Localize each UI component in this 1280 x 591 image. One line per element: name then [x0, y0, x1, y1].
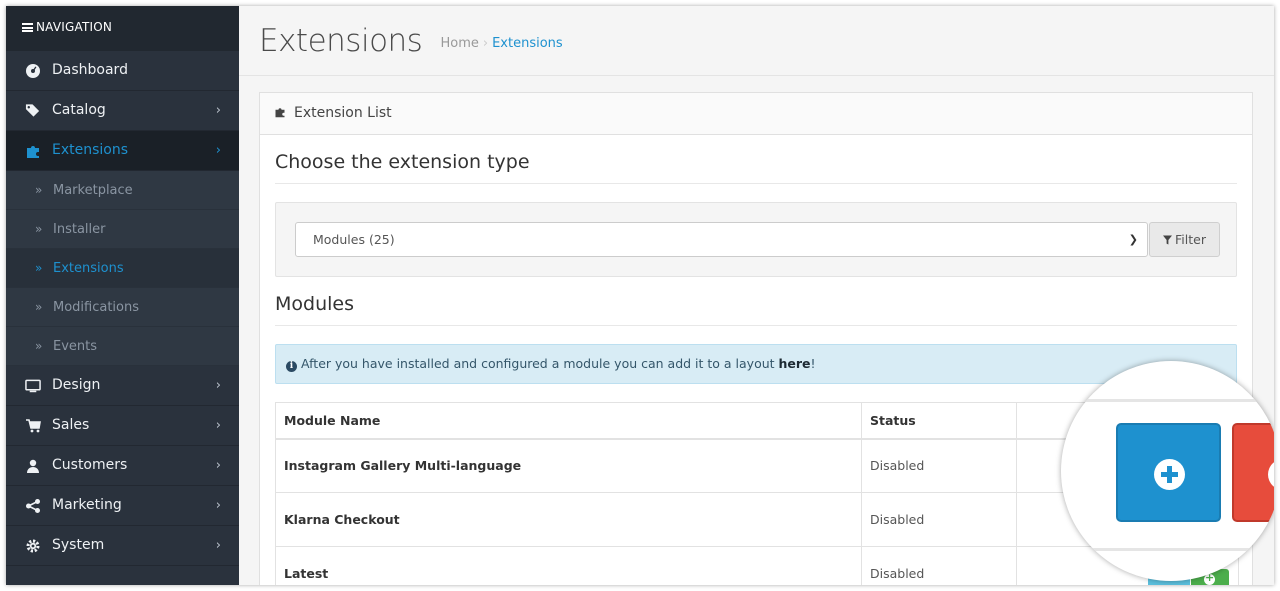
sidebar-subitem-label: Installer: [53, 222, 106, 237]
chevron-right-icon: ›: [215, 378, 221, 393]
module-status-cell: Disabled: [861, 546, 1017, 585]
double-chevron-icon: »: [35, 261, 43, 275]
panel-title: Extension List: [294, 105, 392, 121]
double-chevron-icon: »: [35, 222, 43, 236]
sidebar-item-dashboard[interactable]: Dashboard: [6, 51, 239, 91]
alert-here-link[interactable]: here: [779, 356, 811, 371]
module-status-cell: Disabled: [861, 492, 1017, 547]
modules-heading: Modules: [275, 277, 1237, 326]
sidebar-subitem-extensions[interactable]: » Extensions: [6, 249, 239, 288]
page-header: Extensions Home › Extensions: [239, 6, 1274, 76]
breadcrumb-separator-icon: ›: [482, 36, 489, 51]
plus-circle-icon: [1154, 459, 1185, 490]
chevron-right-icon: ›: [215, 143, 221, 158]
breadcrumb: Home › Extensions: [440, 36, 562, 51]
tags-icon: [25, 103, 41, 119]
info-circle-icon: i: [286, 361, 297, 372]
sidebar-subitem-marketplace[interactable]: » Marketplace: [6, 171, 239, 210]
panel-heading: Extension List: [260, 93, 1252, 135]
sidebar-item-system[interactable]: System ›: [6, 526, 239, 566]
breadcrumb-home[interactable]: Home: [440, 36, 478, 51]
sidebar-subitem-events[interactable]: » Events: [6, 327, 239, 366]
hamburger-icon: [22, 23, 33, 32]
sidebar: NAVIGATION Dashboard Catalog › Extension…: [6, 6, 239, 585]
chevron-right-icon: ›: [215, 418, 221, 433]
module-name-cell: Instagram Gallery Multi-language: [275, 438, 862, 493]
sidebar-subitem-label: Modifications: [53, 300, 140, 315]
extension-type-value: Modules (25): [313, 232, 395, 247]
choose-type-heading: Choose the extension type: [275, 135, 1237, 184]
chevron-down-icon: ❯: [1128, 233, 1138, 246]
sidebar-item-catalog[interactable]: Catalog ›: [6, 91, 239, 131]
column-header-module-name[interactable]: Module Name: [275, 402, 862, 440]
breadcrumb-extensions[interactable]: Extensions: [492, 36, 563, 51]
puzzle-icon: [25, 143, 41, 159]
alert-text: After you have installed and configured …: [301, 356, 779, 371]
sidebar-item-label: Extensions: [52, 142, 129, 158]
module-name-cell: Latest: [275, 546, 862, 585]
filter-button-label: Filter: [1175, 232, 1206, 247]
sidebar-item-customers[interactable]: Customers ›: [6, 446, 239, 486]
install-button-zoomed[interactable]: [1116, 423, 1221, 522]
sidebar-item-label: Design: [52, 377, 101, 393]
uninstall-button-zoomed[interactable]: [1232, 423, 1274, 522]
double-chevron-icon: »: [35, 339, 43, 353]
chevron-right-icon: ›: [215, 103, 221, 118]
minus-circle-icon: [1268, 459, 1274, 490]
cart-icon: [25, 418, 41, 434]
sidebar-item-extensions[interactable]: Extensions ›: [6, 131, 239, 171]
navigation-header[interactable]: NAVIGATION: [6, 6, 239, 51]
user-icon: [25, 458, 41, 474]
plus-circle-icon: [1204, 571, 1215, 585]
alert-end: !: [810, 356, 816, 371]
sidebar-subitem-modifications[interactable]: » Modifications: [6, 288, 239, 327]
sidebar-item-sales[interactable]: Sales ›: [6, 406, 239, 446]
double-chevron-icon: »: [35, 183, 43, 197]
navigation-label: NAVIGATION: [36, 20, 113, 34]
app-window: NAVIGATION Dashboard Catalog › Extension…: [6, 6, 1274, 585]
module-name-cell: Klarna Checkout: [275, 492, 862, 547]
sidebar-item-label: System: [52, 537, 105, 553]
chevron-right-icon: ›: [215, 458, 221, 473]
sidebar-item-marketing[interactable]: Marketing ›: [6, 486, 239, 526]
chevron-right-icon: ›: [215, 538, 221, 553]
info-alert: i After you have installed and configured…: [275, 344, 1237, 384]
double-chevron-icon: »: [35, 300, 43, 314]
dashboard-icon: [25, 63, 41, 79]
sidebar-item-label: Sales: [52, 417, 90, 433]
table-row: Latest Disabled: [275, 546, 1239, 585]
monitor-icon: [25, 378, 41, 394]
filter-button[interactable]: Filter: [1149, 222, 1220, 257]
sidebar-subitem-label: Extensions: [53, 261, 124, 276]
puzzle-icon: [275, 108, 285, 118]
filter-icon: [1163, 235, 1173, 245]
sidebar-item-label: Dashboard: [52, 62, 128, 78]
cog-icon: [25, 538, 41, 554]
module-status-cell: Disabled: [861, 438, 1017, 493]
sidebar-subitem-label: Events: [53, 339, 98, 354]
sidebar-subitem-label: Marketplace: [53, 183, 133, 198]
extension-type-select[interactable]: Modules (25) ❯: [295, 222, 1148, 257]
page-title: Extensions: [259, 23, 423, 59]
chevron-right-icon: ›: [215, 498, 221, 513]
sidebar-subitem-installer[interactable]: » Installer: [6, 210, 239, 249]
column-header-status[interactable]: Status: [861, 402, 1017, 440]
sidebar-item-label: Catalog: [52, 102, 106, 118]
zoom-callout: [1061, 361, 1274, 581]
filter-well: Modules (25) ❯ Filter: [275, 202, 1237, 277]
sidebar-item-label: Customers: [52, 457, 128, 473]
zoom-divider: [1061, 548, 1274, 551]
share-icon: [25, 498, 41, 514]
sidebar-item-label: Marketing: [52, 497, 122, 513]
zoom-divider: [1061, 399, 1274, 402]
sidebar-item-design[interactable]: Design ›: [6, 366, 239, 406]
